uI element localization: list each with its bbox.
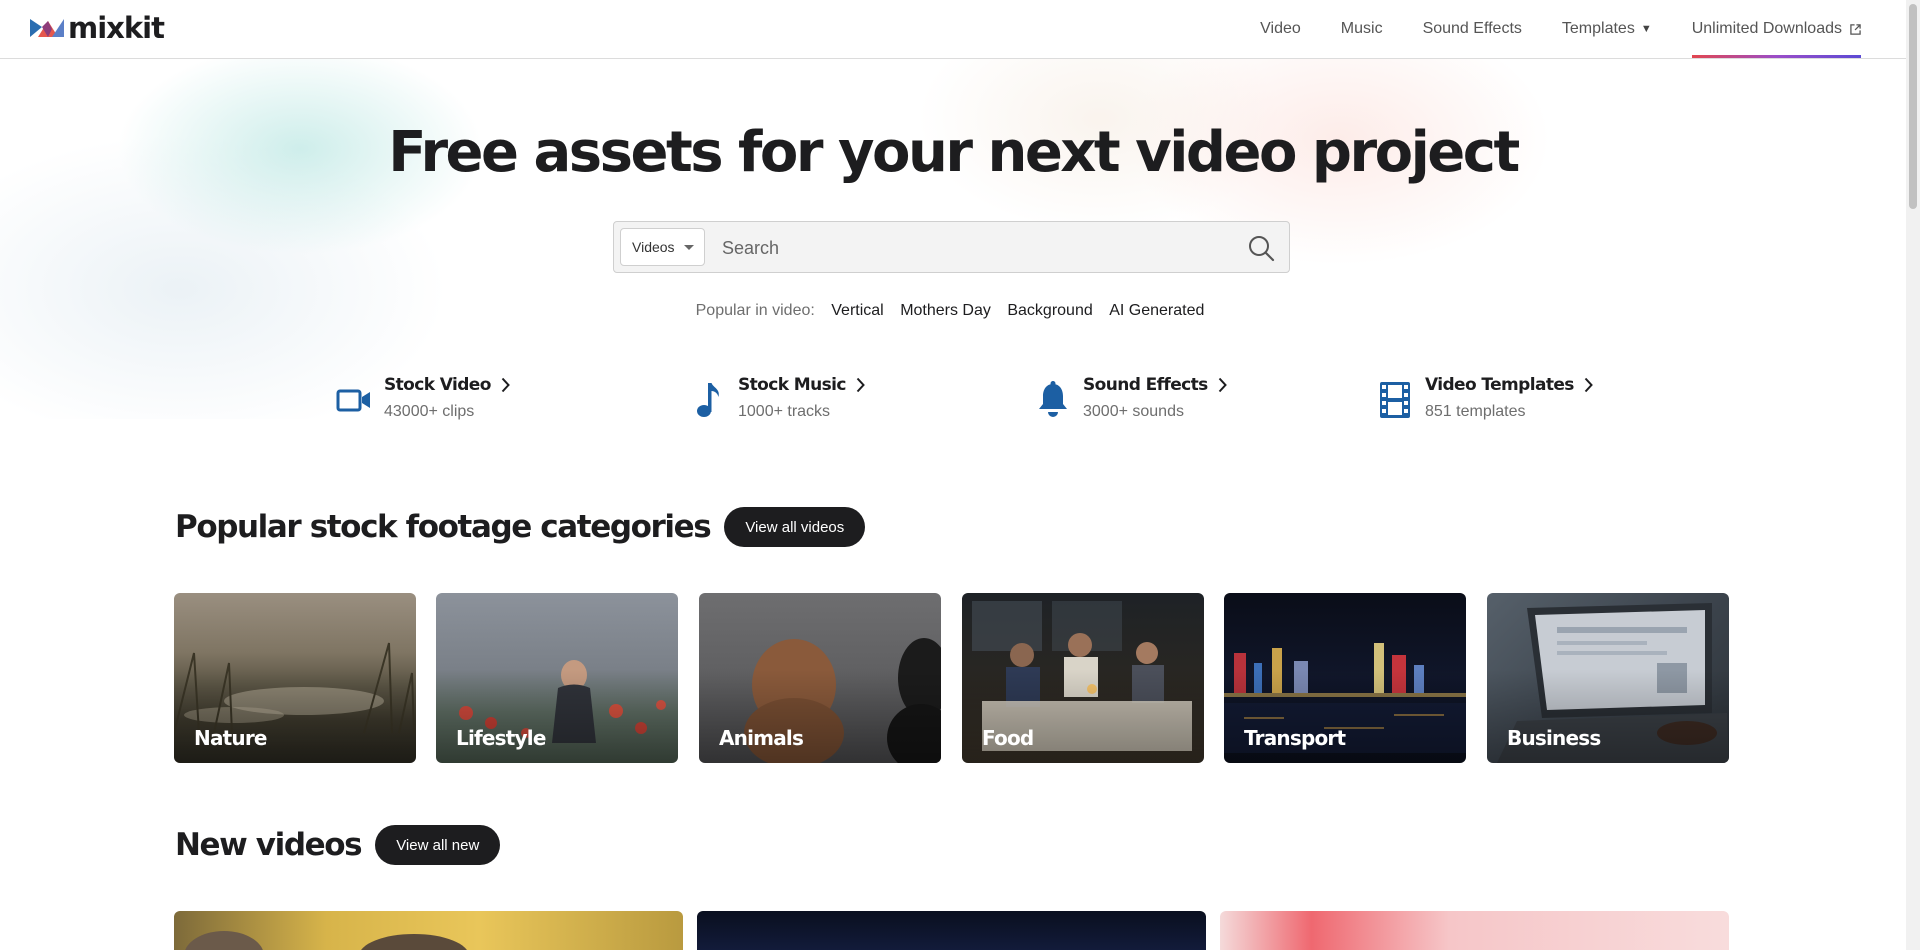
- caret-down-icon: ▼: [1640, 23, 1652, 35]
- category-title: Stock Video: [384, 375, 491, 395]
- nav-unlimited-downloads[interactable]: Unlimited Downloads: [1691, 0, 1862, 58]
- new-video-thumbnail[interactable]: [174, 911, 683, 950]
- tile-label: Business: [1507, 726, 1601, 750]
- search-bar: Videos: [613, 221, 1290, 273]
- nav-templates[interactable]: Templates ▼: [1562, 0, 1652, 58]
- nav-sound-effects[interactable]: Sound Effects: [1423, 0, 1522, 58]
- popular-categories-header: Popular stock footage categories View al…: [175, 507, 866, 547]
- category-title: Stock Music: [738, 375, 846, 395]
- bell-icon: [1033, 380, 1073, 420]
- tile-label: Lifestyle: [456, 726, 546, 750]
- category-count: 851 templates: [1425, 403, 1526, 420]
- tile-label: Food: [982, 726, 1034, 750]
- nav-sound-effects-label: Sound Effects: [1422, 20, 1522, 37]
- hero-title: Free assets for your next video project: [388, 120, 1520, 185]
- category-count: 43000+ clips: [384, 403, 475, 420]
- popular-tag-mothers-day[interactable]: Mothers Day: [900, 302, 991, 319]
- category-count: 1000+ tracks: [738, 403, 831, 420]
- search-icon[interactable]: [1247, 234, 1275, 262]
- category-tile-transport[interactable]: Transport: [1224, 593, 1466, 763]
- nav-templates-label: Templates: [1561, 20, 1635, 37]
- category-title: Video Templates: [1425, 375, 1574, 395]
- view-all-new-button[interactable]: View all new: [375, 825, 501, 865]
- search-input[interactable]: [720, 228, 1224, 268]
- new-video-thumbnail[interactable]: [697, 911, 1206, 950]
- nav-music-label: Music: [1340, 20, 1383, 37]
- category-video-templates[interactable]: Video Templates 851 templates: [1375, 375, 1593, 425]
- popular-tag-background[interactable]: Background: [1007, 302, 1092, 319]
- category-tile-nature[interactable]: Nature: [174, 593, 416, 763]
- music-note-icon: [688, 380, 728, 420]
- main-nav: Video Music Sound Effects Templates ▼ Unl…: [1220, 0, 1862, 58]
- view-all-videos-button[interactable]: View all videos: [724, 507, 866, 547]
- page-scrollbar[interactable]: [1906, 0, 1920, 950]
- popular-searches: Popular in video: Vertical Mothers Day B…: [0, 302, 1906, 320]
- tile-label: Animals: [719, 726, 804, 750]
- new-video-thumbnail-image: [185, 931, 467, 950]
- section-title: New videos: [175, 827, 363, 863]
- chevron-right-icon: [856, 377, 865, 393]
- film-strip-icon: [1375, 380, 1415, 420]
- logo-text: mixkit: [68, 11, 165, 45]
- category-stock-video[interactable]: Stock Video 43000+ clips: [334, 375, 510, 425]
- nav-video-label: Video: [1260, 20, 1301, 37]
- search-category-select[interactable]: Videos: [620, 228, 705, 266]
- scrollbar-thumb[interactable]: [1909, 4, 1917, 209]
- nav-video[interactable]: Video: [1260, 0, 1301, 58]
- new-video-thumbnail[interactable]: [1220, 911, 1729, 950]
- category-tile-business[interactable]: Business: [1487, 593, 1729, 763]
- popular-label: Popular in video:: [695, 302, 815, 319]
- mixkit-logo[interactable]: mixkit: [30, 11, 165, 45]
- popular-tag-ai-generated[interactable]: AI Generated: [1109, 302, 1204, 319]
- top-navigation: mixkit Video Music Sound Effects Templat…: [0, 0, 1906, 59]
- nav-music[interactable]: Music: [1341, 0, 1383, 58]
- section-title: Popular stock footage categories: [175, 509, 712, 545]
- external-link-icon: [1850, 23, 1861, 35]
- popular-tag-vertical[interactable]: Vertical: [831, 302, 883, 319]
- chevron-right-icon: [1218, 377, 1227, 393]
- category-sound-effects[interactable]: Sound Effects 3000+ sounds: [1033, 375, 1227, 425]
- chevron-right-icon: [1584, 377, 1593, 393]
- search-category-value: Videos: [632, 239, 675, 255]
- category-title: Sound Effects: [1083, 375, 1208, 395]
- logo-mark-icon: [30, 19, 64, 37]
- dropdown-arrow-icon: [684, 245, 694, 250]
- tile-label: Nature: [194, 726, 267, 750]
- video-camera-icon: [334, 380, 374, 420]
- new-videos-header: New videos View all new: [175, 825, 501, 865]
- nav-unlimited-downloads-label: Unlimited Downloads: [1691, 20, 1842, 37]
- category-tile-food[interactable]: Food: [962, 593, 1204, 763]
- category-tile-lifestyle[interactable]: Lifestyle: [436, 593, 678, 763]
- chevron-right-icon: [501, 377, 510, 393]
- tile-label: Transport: [1244, 726, 1346, 750]
- category-tile-animals[interactable]: Animals: [699, 593, 941, 763]
- category-stock-music[interactable]: Stock Music 1000+ tracks: [688, 375, 865, 425]
- category-count: 3000+ sounds: [1083, 403, 1184, 420]
